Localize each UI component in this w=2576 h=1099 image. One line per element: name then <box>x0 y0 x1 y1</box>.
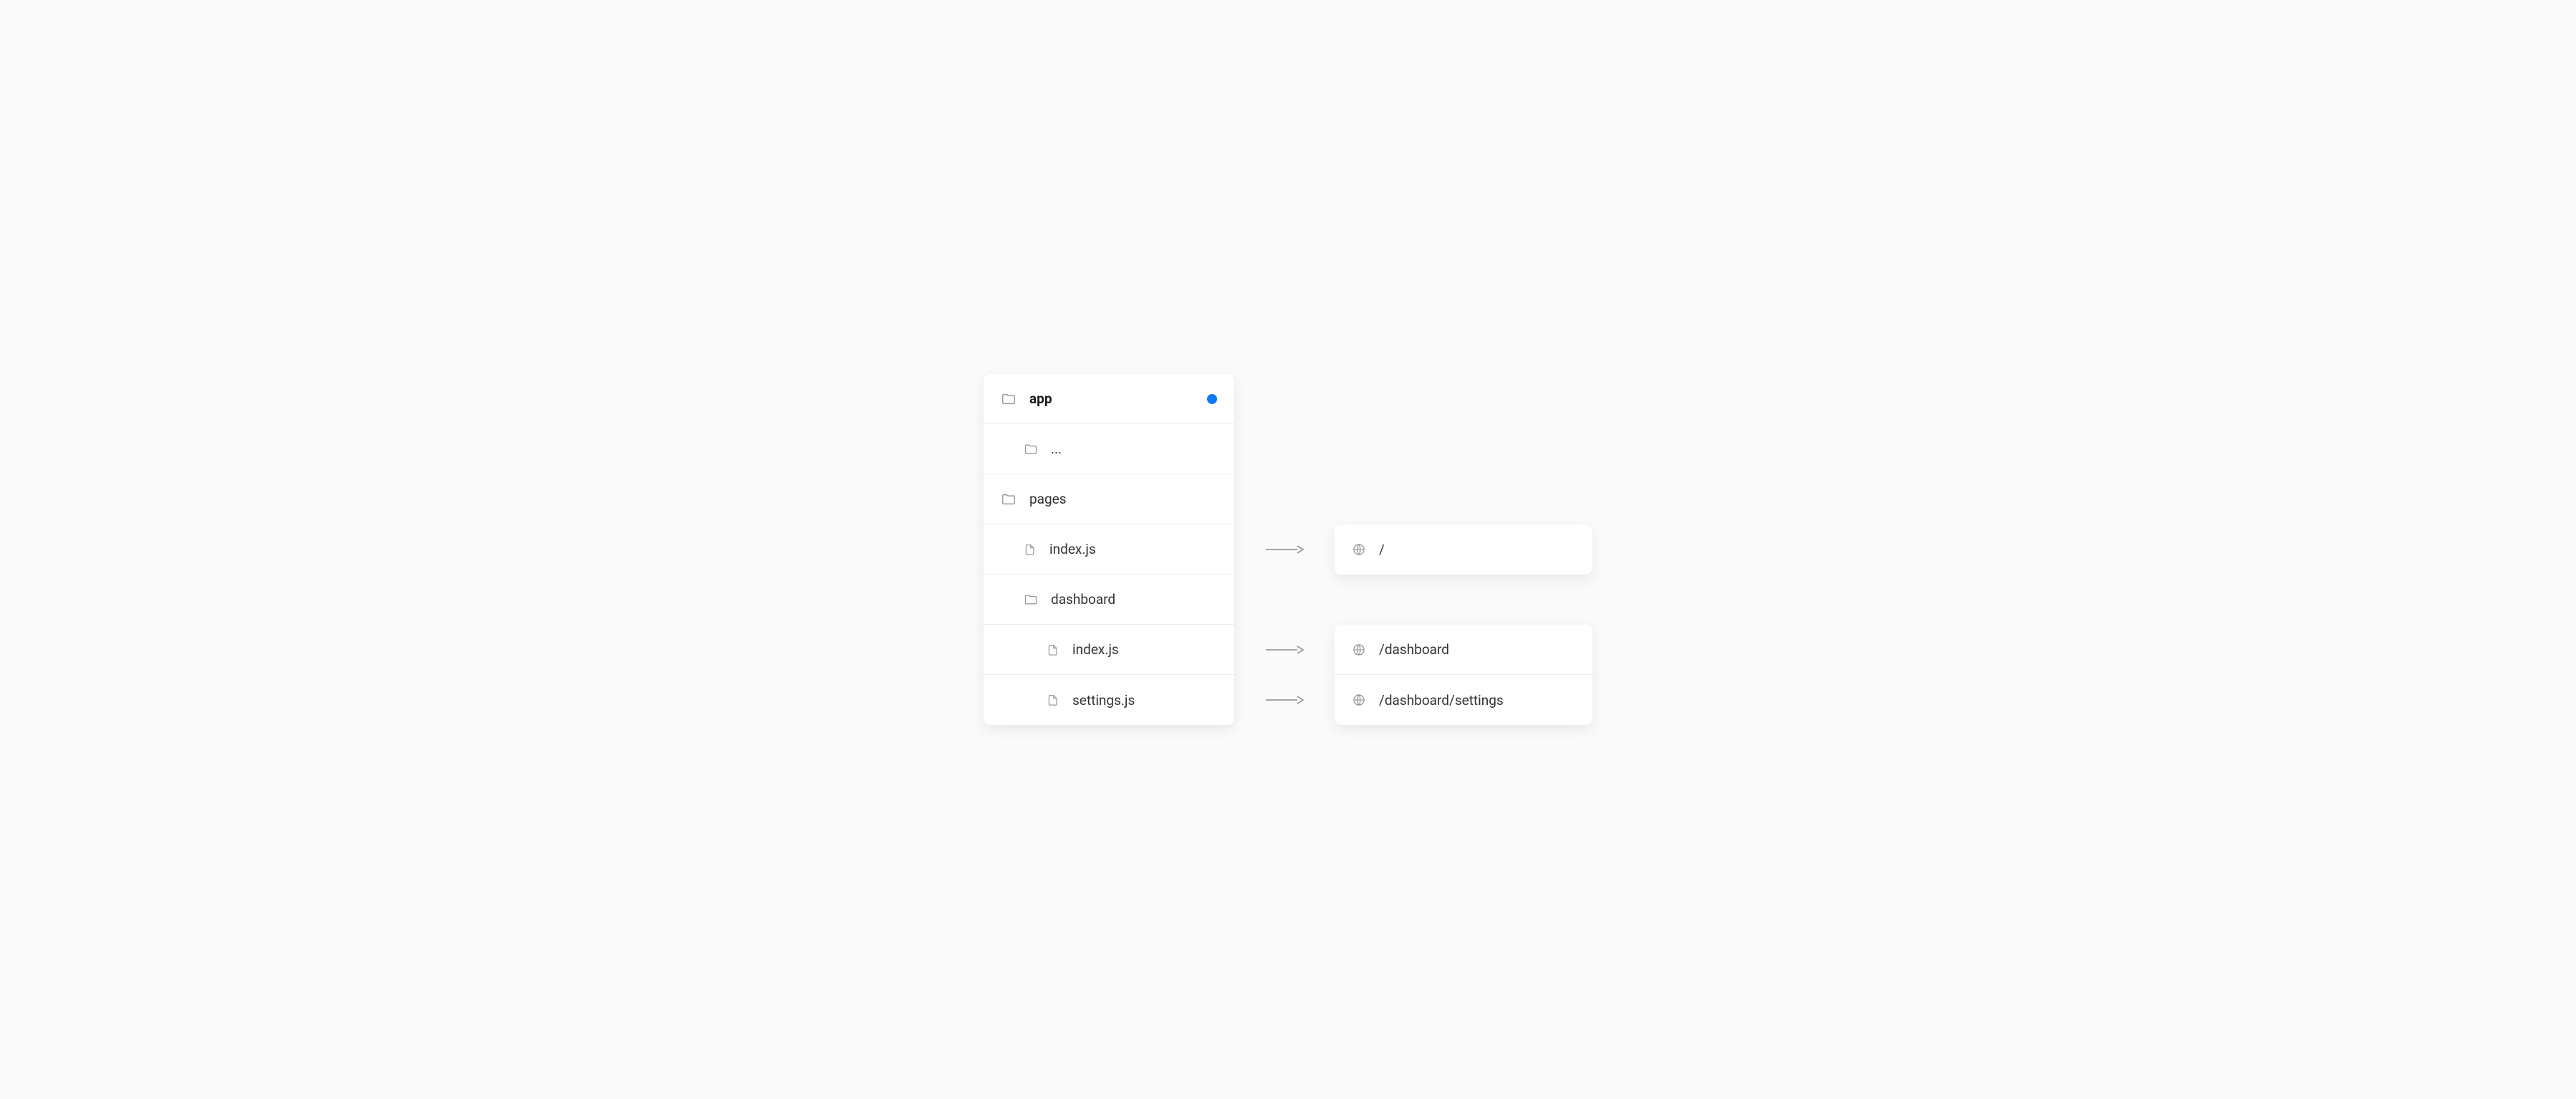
tree-file-label: index.js <box>1072 641 1119 658</box>
tree-folder-label: dashboard <box>1051 591 1115 608</box>
route-row: /dashboard <box>1335 625 1592 675</box>
route-card: /dashboard /dashboard/settings <box>1335 625 1592 725</box>
tree-ellipsis-label: ... <box>1051 441 1062 457</box>
folder-icon <box>1001 491 1017 507</box>
tree-folder-row: dashboard <box>984 575 1234 625</box>
route-path: / <box>1379 542 1385 558</box>
route-card: / <box>1335 524 1592 575</box>
route-path: /dashboard <box>1379 641 1449 658</box>
tree-file-row: index.js <box>984 625 1234 675</box>
arrow-icon <box>1263 675 1306 725</box>
tree-ellipsis-row: ... <box>984 424 1234 474</box>
route-row: /dashboard/settings <box>1335 675 1592 725</box>
folder-icon <box>1001 391 1017 407</box>
arrows-column <box>1263 374 1306 725</box>
globe-icon <box>1352 693 1366 707</box>
tree-file-row: index.js <box>984 524 1234 575</box>
arrow-icon <box>1263 524 1306 575</box>
routes-column: / /dashboard <box>1335 374 1592 725</box>
folder-icon <box>1024 442 1038 456</box>
folder-icon <box>1024 592 1038 607</box>
tree-pages-row: pages <box>984 474 1234 524</box>
globe-icon <box>1352 542 1366 557</box>
arrow-icon <box>1263 625 1306 675</box>
tree-file-label: index.js <box>1049 541 1096 557</box>
file-icon <box>1024 543 1037 556</box>
tree-root-label: app <box>1029 390 1052 407</box>
tree-file-row: settings.js <box>984 675 1234 725</box>
tree-pages-label: pages <box>1029 491 1067 507</box>
file-tree: app ... pages <box>984 374 1234 725</box>
route-row: / <box>1335 524 1592 575</box>
status-dot-icon <box>1207 394 1217 404</box>
file-icon <box>1047 694 1059 706</box>
diagram: app ... pages <box>984 374 1592 725</box>
tree-root-row: app <box>984 374 1234 424</box>
file-icon <box>1047 643 1059 656</box>
tree-file-label: settings.js <box>1072 692 1135 709</box>
route-path: /dashboard/settings <box>1379 692 1504 709</box>
globe-icon <box>1352 643 1366 657</box>
